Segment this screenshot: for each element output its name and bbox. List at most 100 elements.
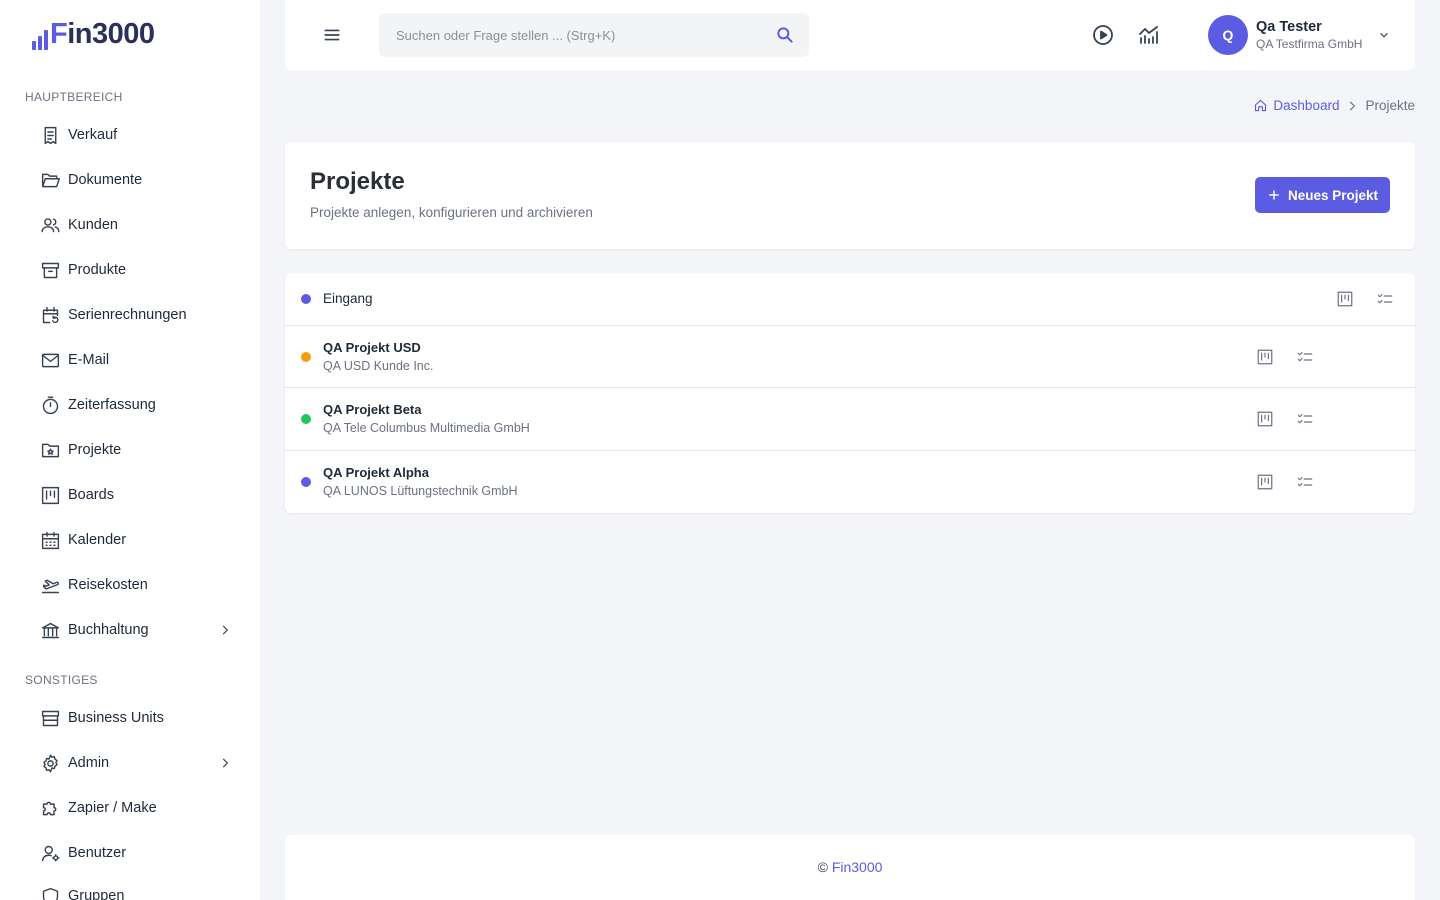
sidebar-item-label: Benutzer xyxy=(68,845,127,861)
project-status-dot xyxy=(301,352,311,362)
home-icon[interactable] xyxy=(1253,98,1273,113)
checklist-icon[interactable] xyxy=(1296,410,1314,428)
folder-open-icon xyxy=(38,168,62,192)
page-subtitle: Projekte anlegen, konfigurieren und arch… xyxy=(310,205,593,220)
kanban-icon[interactable] xyxy=(1256,348,1274,366)
sidebar-item-label: Admin xyxy=(68,755,110,771)
breadcrumb: Dashboard Projekte xyxy=(1253,98,1415,113)
sidebar-item-label: Zapier / Make xyxy=(68,800,157,816)
sidebar-item-label: Kunden xyxy=(68,217,118,233)
logo-text-accent: F xyxy=(50,18,68,50)
logo-text: in3000 xyxy=(67,18,155,50)
kanban-icon xyxy=(38,483,62,507)
breadcrumb-current: Projekte xyxy=(1365,98,1415,113)
breadcrumb-dashboard[interactable]: Dashboard xyxy=(1273,98,1339,113)
group-status-dot xyxy=(301,294,311,304)
logo-bars-icon xyxy=(32,24,48,50)
sidebar-item-buchhaltung[interactable]: Buchhaltung xyxy=(38,612,232,648)
analytics-icon[interactable] xyxy=(1137,23,1161,47)
project-title[interactable]: QA Projekt Beta xyxy=(323,402,422,417)
sidebar-item-zapier-make[interactable]: Zapier / Make xyxy=(38,790,232,826)
chevron-right-icon xyxy=(218,756,232,770)
sidebar-item-label: Zeiterfassung xyxy=(68,397,156,413)
sidebar-item-business-units[interactable]: Business Units xyxy=(38,700,232,736)
project-row[interactable]: QA Projekt USD QA USD Kunde Inc. xyxy=(285,326,1415,388)
sidebar-item-dokumente[interactable]: Dokumente xyxy=(38,162,232,198)
search-input[interactable] xyxy=(379,13,809,57)
sidebar-item-email[interactable]: E-Mail xyxy=(38,342,232,378)
sidebar-item-label: Gruppen xyxy=(68,888,125,900)
sidebar-item-verkauf[interactable]: Verkauf xyxy=(38,117,232,153)
sidebar-item-label: Dokumente xyxy=(68,172,143,188)
kanban-icon[interactable] xyxy=(1256,473,1274,491)
project-row[interactable]: QA Projekt Alpha QA LUNOS Lüftungstechni… xyxy=(285,451,1415,513)
sidebar-item-benutzer[interactable]: Benutzer xyxy=(38,835,232,871)
footer: © Fin3000 xyxy=(285,835,1415,900)
sidebar-item-gruppen[interactable]: Gruppen xyxy=(38,878,232,900)
sidebar-item-label: Serienrechnungen xyxy=(68,307,187,323)
user-cog-icon xyxy=(38,841,62,865)
storefront-icon xyxy=(38,706,62,730)
receipt-icon xyxy=(38,123,62,147)
sidebar-item-kalender[interactable]: Kalender xyxy=(38,522,232,558)
search-icon[interactable] xyxy=(775,25,795,45)
chevron-right-icon xyxy=(218,623,232,637)
project-customer: QA LUNOS Lüftungstechnik GmbH xyxy=(323,484,518,498)
group-label: Eingang xyxy=(323,291,373,306)
project-title[interactable]: QA Projekt Alpha xyxy=(323,465,429,480)
sidebar-item-label: Buchhaltung xyxy=(68,622,149,638)
page-title: Projekte xyxy=(310,168,405,195)
stopwatch-icon xyxy=(38,393,62,417)
sidebar-item-admin[interactable]: Admin xyxy=(38,745,232,781)
section-label-main: HAUPTBEREICH xyxy=(25,90,123,104)
envelope-icon xyxy=(38,348,62,372)
sidebar-item-label: Reisekosten xyxy=(68,577,148,593)
new-project-button[interactable]: Neues Projekt xyxy=(1254,177,1390,213)
sidebar-item-reisekosten[interactable]: Reisekosten xyxy=(38,567,232,603)
user-company: QA Testfirma GmbH xyxy=(1256,37,1363,51)
plus-icon xyxy=(1267,188,1288,202)
folder-star-icon xyxy=(38,438,62,462)
project-customer: QA USD Kunde Inc. xyxy=(323,359,434,373)
project-row[interactable]: QA Projekt Beta QA Tele Columbus Multime… xyxy=(285,388,1415,451)
user-name[interactable]: Qa Tester xyxy=(1256,19,1322,35)
sidebar-item-label: Boards xyxy=(68,487,114,503)
checklist-icon[interactable] xyxy=(1296,348,1314,366)
calendar-icon xyxy=(38,528,62,552)
project-status-dot xyxy=(301,414,311,424)
project-status-dot xyxy=(301,477,311,487)
play-circle-icon[interactable] xyxy=(1091,23,1115,47)
sidebar-item-produkte[interactable]: Produkte xyxy=(38,252,232,288)
project-title[interactable]: QA Projekt USD xyxy=(323,340,421,355)
footer-brand-link[interactable]: Fin3000 xyxy=(832,859,883,875)
menu-toggle-icon[interactable] xyxy=(321,24,343,46)
checklist-icon[interactable] xyxy=(1376,290,1394,308)
sidebar-item-projekte[interactable]: Projekte xyxy=(38,432,232,468)
project-customer: QA Tele Columbus Multimedia GmbH xyxy=(323,421,530,435)
chevron-down-icon[interactable] xyxy=(1377,28,1391,42)
app-logo[interactable]: Fin3000 xyxy=(32,18,155,50)
avatar[interactable]: Q xyxy=(1208,15,1248,55)
page-header-card: Projekte Projekte anlegen, konfigurieren… xyxy=(285,142,1415,249)
sidebar-item-kunden[interactable]: Kunden xyxy=(38,207,232,243)
sidebar-item-label: Verkauf xyxy=(68,127,118,143)
search-bar xyxy=(379,13,809,57)
sidebar-item-label: Business Units xyxy=(68,710,164,726)
gear-icon xyxy=(38,751,62,775)
checklist-icon[interactable] xyxy=(1296,473,1314,491)
sidebar-item-boards[interactable]: Boards xyxy=(38,477,232,513)
topbar: Q Qa Tester QA Testfirma GmbH xyxy=(285,0,1415,70)
project-group-eingang[interactable]: Eingang xyxy=(285,273,1415,326)
puzzle-icon xyxy=(38,796,62,820)
chevron-right-icon xyxy=(1339,99,1365,113)
archive-box-icon xyxy=(38,258,62,282)
shield-icon xyxy=(38,884,62,900)
sidebar-item-label: E-Mail xyxy=(68,352,110,368)
copyright-symbol: © xyxy=(817,859,828,875)
sidebar-item-label: Kalender xyxy=(68,532,127,548)
sidebar-item-serienrechnungen[interactable]: Serienrechnungen xyxy=(38,297,232,333)
sidebar-item-zeiterfassung[interactable]: Zeiterfassung xyxy=(38,387,232,423)
kanban-icon[interactable] xyxy=(1336,290,1354,308)
sidebar-item-label: Produkte xyxy=(68,262,127,278)
kanban-icon[interactable] xyxy=(1256,410,1274,428)
